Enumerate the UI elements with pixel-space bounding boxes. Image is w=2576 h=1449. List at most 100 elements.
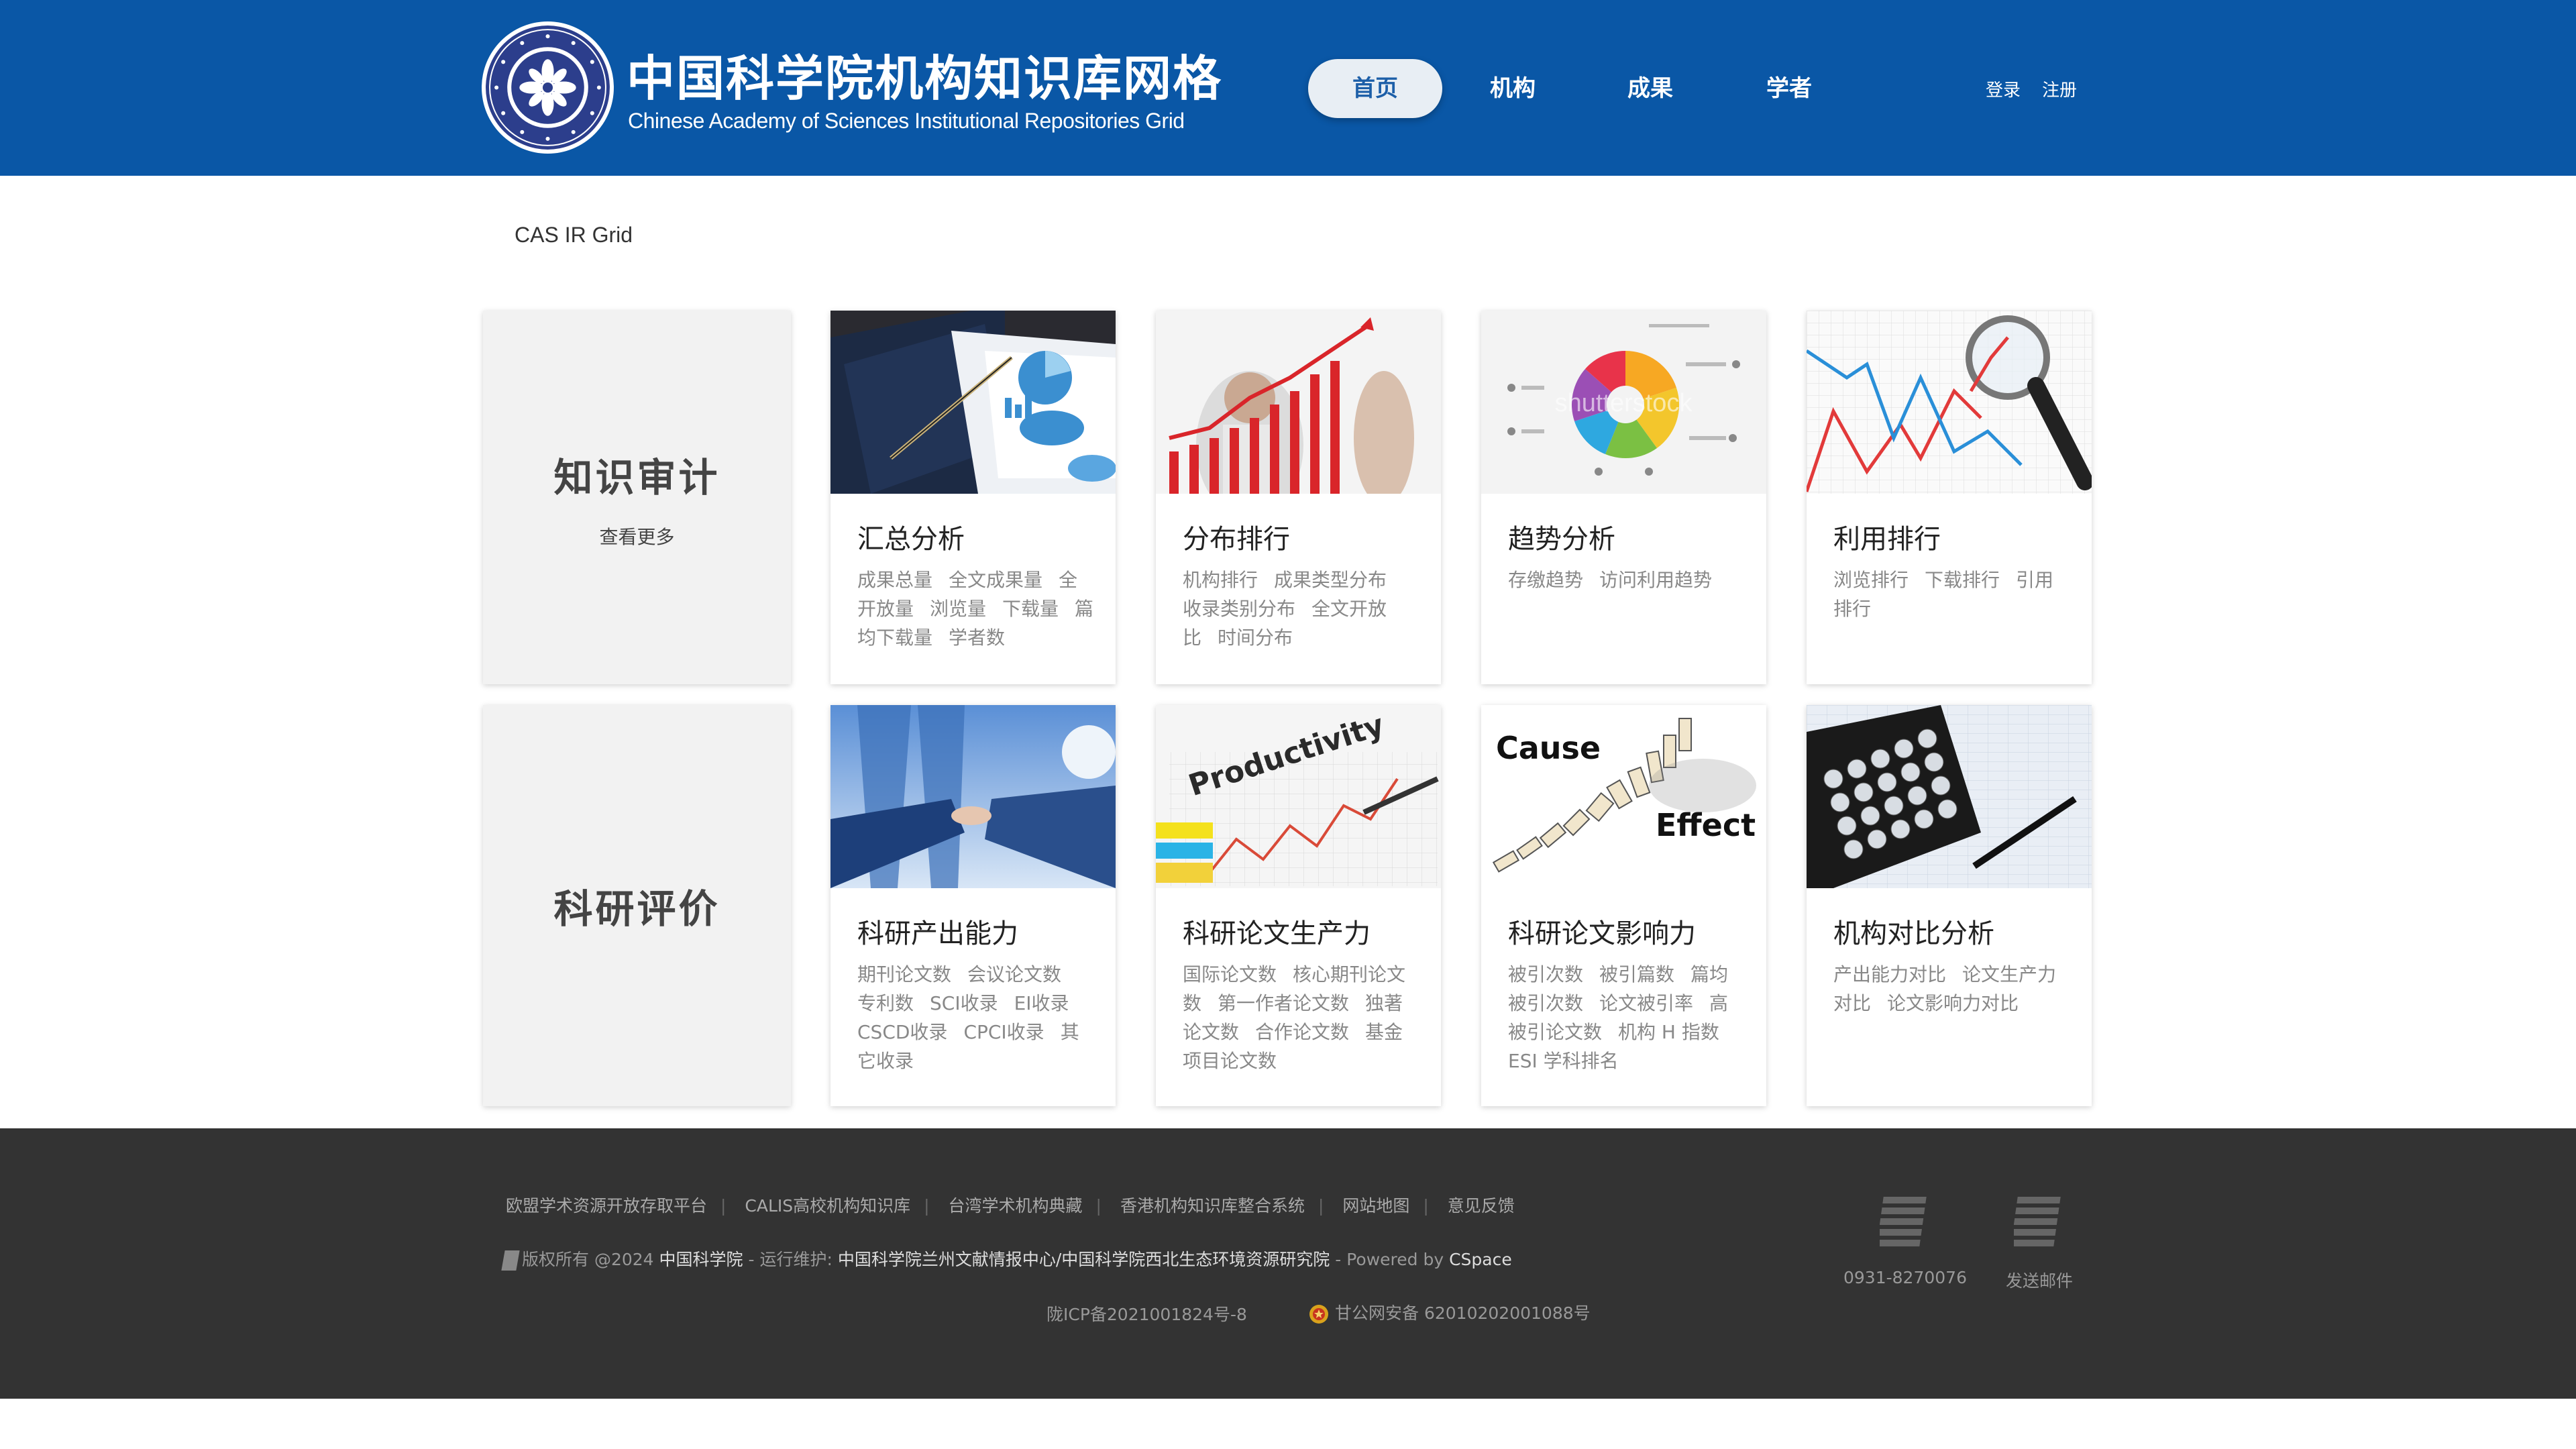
card-item[interactable]: 第一作者论文数 [1218,992,1349,1014]
section-title: 知识审计 [553,454,720,500]
card-item[interactable]: 浏览排行 [1833,569,1909,591]
card-title: 利用排行 [1833,524,1941,555]
card-image-handshake [830,705,1116,888]
cspace-link[interactable]: CSpace [1449,1250,1512,1269]
maintainer-link[interactable]: 中国科学院兰州文献情报中心/中国科学院西北生态环境资源研究院 [838,1250,1330,1269]
card-item[interactable]: 收录类别分布 [1183,598,1295,620]
copyright-owner[interactable]: 中国科学院 [659,1250,743,1269]
card-trend-analysis[interactable]: shutterstock 趋势分析 存缴趋势 访问利用趋势 [1481,311,1766,684]
card-item[interactable]: 论文影响力对比 [1887,992,2019,1014]
nav-achievements[interactable]: 成果 [1600,59,1701,118]
card-item[interactable]: 时间分布 [1218,627,1293,649]
card-title: 趋势分析 [1508,524,1615,555]
card-item[interactable]: 被引次数 [1508,963,1583,985]
contact-phone[interactable]: 0931-8270076 [1838,1195,1972,1287]
nav-scholars[interactable]: 学者 [1739,59,1839,118]
card-item[interactable]: 下载排行 [1925,569,2000,591]
footer-link[interactable]: 网站地图 [1342,1196,1409,1216]
card-item[interactable]: 下载量 [1002,598,1059,620]
police-badge-icon [1309,1305,1328,1324]
site-title-en[interactable]: Chinese Academy of Sciences Institutiona… [628,109,1185,133]
breadcrumb[interactable]: CAS IR Grid [515,223,633,248]
card-image-calculator [1807,705,2092,888]
card-items: 机构排行 成果类型分布收录类别分布 全文开放比 时间分布 [1183,566,1421,652]
card-image-productivity: Productivity [1156,705,1441,888]
card-items: 存缴趋势 访问利用趋势 [1508,566,1746,594]
site-title-cn[interactable]: 中国科学院机构知识库网格 [627,39,1222,109]
card-items: 产出能力对比 论文生产力对比 论文影响力对比 [1833,960,2072,1018]
card-item[interactable]: 机构排行 [1183,569,1258,591]
cas-logo-icon[interactable] [480,20,615,155]
card-item[interactable]: 合作论文数 [1255,1021,1349,1043]
email-label: 发送邮件 [2005,1271,2073,1291]
card-item[interactable]: 全文成果量 [949,569,1042,591]
card-image-infographic: shutterstock [1481,311,1766,494]
contact-email[interactable]: 发送邮件 [1972,1195,2106,1292]
card-item[interactable]: 专利数 [857,992,914,1014]
card-title: 机构对比分析 [1833,918,1994,949]
card-item[interactable]: EI收录 [1014,992,1069,1014]
nav-home[interactable]: 首页 [1308,59,1442,118]
card-item[interactable]: 机构 H 指数 [1618,1021,1719,1043]
card-item[interactable]: CPCI收录 [963,1021,1044,1043]
card-paper-impact[interactable]: Cause Effect 科研论文影响力 被引次数 被引篇数 篇均被引次数 论文被引率… [1481,705,1766,1106]
document-icon [501,1250,520,1271]
card-paper-productivity[interactable]: Productivity 科研论文生产力 国际论文数 核心期刊论文数 第一作者论文数… [1156,705,1441,1106]
card-items: 被引次数 被引篇数 篇均被引次数 论文被引率 高被引论文数 机构 H 指数ESI 学科排名 [1508,960,1746,1075]
card-research-output[interactable]: 科研产出能力 期刊论文数 会议论文数专利数 SCI收录 EI收录 CSCD收录 CPCI收… [830,705,1116,1106]
card-title: 科研论文影响力 [1508,918,1696,949]
card-summary-analysis[interactable]: 汇总分析 成果总量 全文成果量 全开放量 浏览量 下载量 篇均下载量 学者数 [830,311,1116,684]
card-item[interactable]: SCI收录 [930,992,998,1014]
card-item[interactable]: 产出能力对比 [1833,963,1946,985]
effect-text: Effect [1656,807,1756,843]
card-item[interactable]: 学者数 [949,627,1005,649]
card-institution-comparison[interactable]: 机构对比分析 产出能力对比 论文生产力对比 论文影响力对比 [1807,705,2092,1106]
email-icon [2010,1197,2061,1246]
powered-label: - Powered by [1335,1250,1444,1269]
section-research-evaluation[interactable]: 科研评价 [483,705,791,1106]
footer-link[interactable]: 台湾学术机构典藏 [949,1196,1083,1216]
card-item[interactable]: 存缴趋势 [1508,569,1583,591]
card-items: 期刊论文数 会议论文数专利数 SCI收录 EI收录CSCD收录 CPCI收录 其它收录 [857,960,1095,1075]
register-link[interactable]: 注册 [2042,76,2077,101]
card-item[interactable]: 被引篇数 [1599,963,1674,985]
maintain-label: - 运行维护: [748,1250,833,1269]
card-item[interactable]: 访问利用趋势 [1599,569,1712,591]
footer-link[interactable]: 意见反馈 [1448,1196,1515,1216]
card-title: 科研产出能力 [857,918,1018,949]
card-item[interactable]: 成果总量 [857,569,932,591]
watermark-text: shutterstock [1555,389,1693,417]
card-image-magnifier-chart [1807,311,2092,494]
login-link[interactable]: 登录 [1986,76,2021,101]
section-title: 科研评价 [553,886,720,932]
card-item[interactable]: ESI 学科排名 [1508,1050,1619,1072]
card-items: 成果总量 全文成果量 全开放量 浏览量 下载量 篇均下载量 学者数 [857,566,1095,652]
card-item[interactable]: 论文被引率 [1599,992,1693,1014]
footer-link[interactable]: 香港机构知识库整合系统 [1120,1196,1305,1216]
card-title: 汇总分析 [857,524,965,555]
phone-icon [1876,1197,1927,1246]
copyright-prefix: 版权所有 @2024 [522,1250,654,1269]
footer-link[interactable]: 欧盟学术资源开放存取平台 [506,1196,707,1216]
card-item[interactable]: 期刊论文数 [857,963,951,985]
copyright-line: 版权所有 @2024 中国科学院 - 运行维护: 中国科学院兰州文献情报中心/中… [501,1246,1512,1271]
card-usage-ranking[interactable]: 利用排行 浏览排行 下载排行 引用排行 [1807,311,2092,684]
card-item[interactable]: CSCD收录 [857,1021,947,1043]
footer-link[interactable]: CALIS高校机构知识库 [745,1196,910,1216]
police-record[interactable]: 甘公网安备 62010202001088号 [1308,1300,1591,1325]
icp-record[interactable]: 陇ICP备2021001824号-8 [1046,1301,1247,1326]
footer-links: 欧盟学术资源开放存取平台 | CALIS高校机构知识库 | 台湾学术机构典藏 | 香港… [506,1196,1515,1216]
card-item[interactable]: 会议论文数 [967,963,1061,985]
card-item[interactable]: 浏览量 [930,598,986,620]
card-item[interactable]: 国际论文数 [1183,963,1277,985]
section-knowledge-audit[interactable]: 知识审计 查看更多 [483,311,791,684]
phone-number: 0931-8270076 [1843,1268,1967,1287]
card-item[interactable]: 成果类型分布 [1274,569,1387,591]
card-items: 浏览排行 下载排行 引用排行 [1833,566,2072,623]
card-distribution-ranking[interactable]: 分布排行 机构排行 成果类型分布收录类别分布 全文开放比 时间分布 [1156,311,1441,684]
view-more-link[interactable]: 查看更多 [599,523,674,549]
card-title: 分布排行 [1183,524,1290,555]
nav-institutions[interactable]: 机构 [1462,59,1563,118]
cause-text: Cause [1496,730,1601,766]
site-header: 中国科学院机构知识库网格 Chinese Academy of Sciences… [0,0,2576,176]
